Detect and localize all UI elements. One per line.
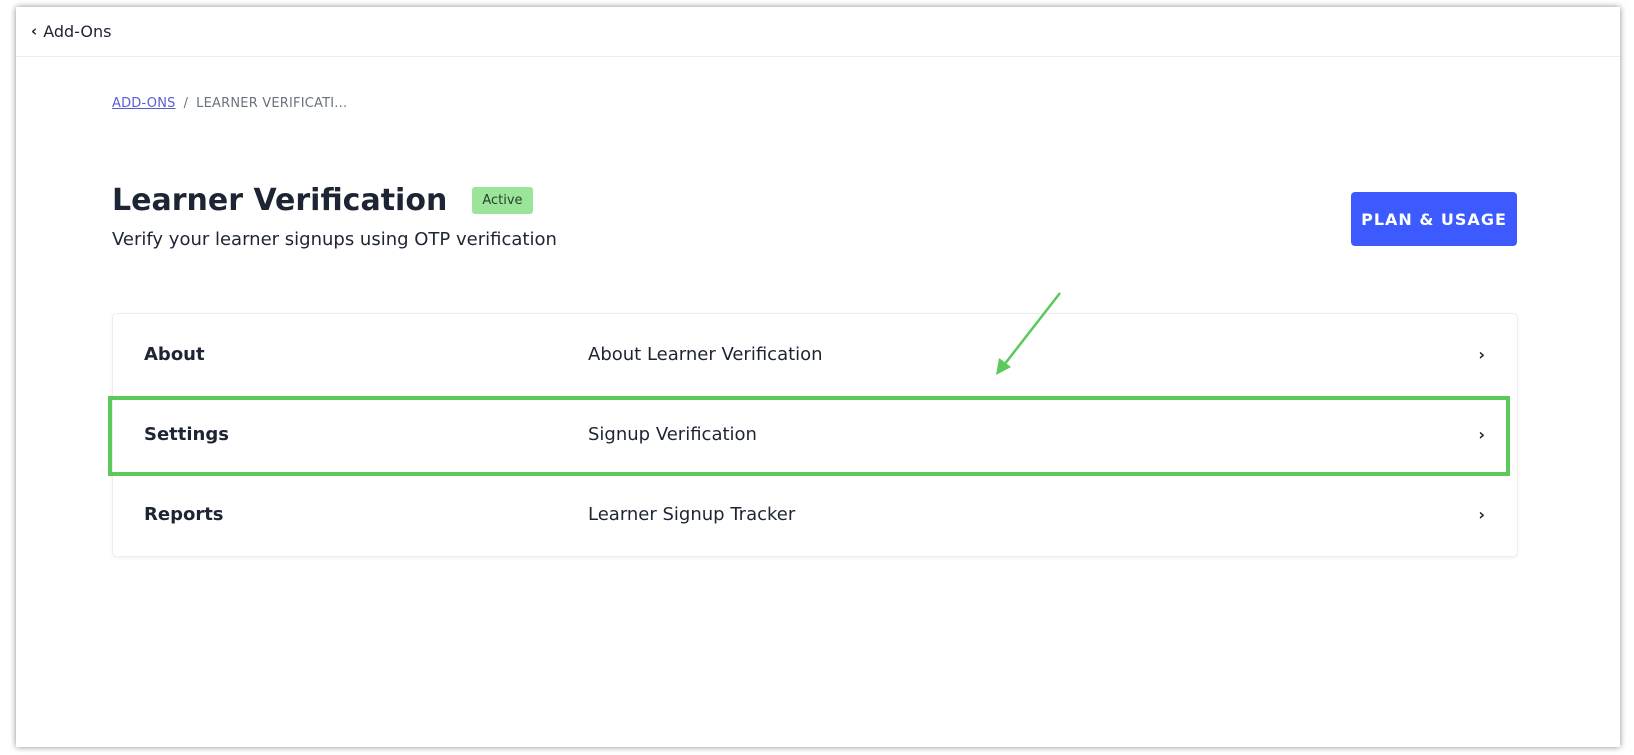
app-window: ‹ Add-Ons ADD-ONS / LEARNER VERIFICATI..… <box>16 7 1620 747</box>
row-label: Reports <box>144 503 224 525</box>
status-badge: Active <box>472 187 533 214</box>
row-value: Learner Signup Tracker <box>588 503 796 525</box>
breadcrumb-separator: / <box>183 96 189 111</box>
addon-menu-card: About About Learner Verification › Setti… <box>112 313 1518 557</box>
row-label: About <box>144 343 205 365</box>
menu-row-settings[interactable]: Settings Signup Verification › <box>113 394 1517 474</box>
chevron-right-icon: › <box>1478 344 1485 364</box>
row-label: Settings <box>144 423 229 445</box>
plan-usage-button[interactable]: PLAN & USAGE <box>1351 192 1517 246</box>
page-title: Learner Verification <box>112 183 448 218</box>
back-button[interactable]: ‹ Add-Ons <box>31 22 111 41</box>
top-bar: ‹ Add-Ons <box>16 7 1620 57</box>
breadcrumb-item-add-ons[interactable]: ADD-ONS <box>112 96 176 111</box>
chevron-right-icon: › <box>1478 424 1485 444</box>
row-value: About Learner Verification <box>588 343 823 365</box>
breadcrumb: ADD-ONS / LEARNER VERIFICATI... <box>112 96 347 111</box>
title-row: Learner Verification Active <box>112 183 533 218</box>
back-label: Add-Ons <box>43 22 112 41</box>
page-subtitle: Verify your learner signups using OTP ve… <box>112 229 557 250</box>
chevron-right-icon: › <box>1478 504 1485 524</box>
menu-row-about[interactable]: About About Learner Verification › <box>113 314 1517 394</box>
menu-row-reports[interactable]: Reports Learner Signup Tracker › <box>113 474 1517 554</box>
row-value: Signup Verification <box>588 423 757 445</box>
chevron-left-icon: ‹ <box>31 22 38 40</box>
breadcrumb-item-current: LEARNER VERIFICATI... <box>196 96 348 111</box>
